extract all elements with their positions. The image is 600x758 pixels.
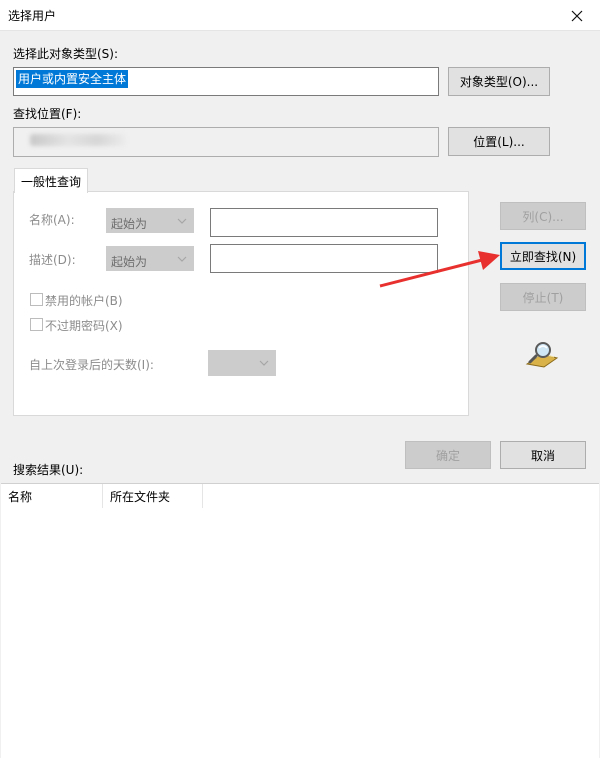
disabled-accounts-checkbox[interactable]	[30, 293, 43, 306]
name-input[interactable]	[210, 208, 438, 237]
name-mode-value: 起始为	[111, 217, 148, 231]
disabled-accounts-label: 禁用的帐户(B)	[45, 294, 123, 308]
description-mode-select[interactable]: 起始为	[106, 246, 194, 271]
non-expiring-password-label: 不过期密码(X)	[45, 319, 123, 333]
name-mode-select[interactable]: 起始为	[106, 208, 194, 233]
non-expiring-password-checkbox[interactable]	[30, 318, 43, 331]
search-magnifier-icon	[525, 342, 559, 368]
locations-button[interactable]: 位置(L)...	[448, 127, 550, 156]
description-mode-value: 起始为	[111, 255, 148, 269]
search-results-list[interactable]: 名称 所在文件夹	[1, 483, 599, 758]
tab-common-queries[interactable]: 一般性查询	[14, 168, 88, 193]
column-header-folder[interactable]: 所在文件夹	[103, 484, 203, 508]
location-label: 查找位置(F):	[13, 107, 82, 121]
name-label: 名称(A):	[29, 213, 75, 227]
object-type-label: 选择此对象类型(S):	[13, 47, 119, 61]
description-input[interactable]	[210, 244, 438, 273]
search-results-label: 搜索结果(U):	[13, 463, 84, 477]
description-label: 描述(D):	[29, 253, 76, 267]
columns-button[interactable]: 列(C)...	[500, 202, 586, 230]
chevron-down-icon	[259, 360, 269, 366]
close-button[interactable]	[554, 0, 600, 31]
chevron-down-icon	[177, 256, 187, 262]
close-icon	[571, 10, 583, 21]
chevron-down-icon	[177, 218, 187, 224]
location-field	[13, 127, 439, 157]
stop-button[interactable]: 停止(T)	[500, 283, 586, 311]
object-type-value: 用户或内置安全主体	[16, 70, 129, 88]
days-since-logon-select[interactable]	[208, 350, 276, 376]
window-title: 选择用户	[8, 9, 57, 23]
ok-button[interactable]: 确定	[405, 441, 491, 469]
title-bar: 选择用户	[0, 0, 600, 31]
object-type-field[interactable]: 用户或内置安全主体	[13, 67, 439, 96]
object-types-button[interactable]: 对象类型(O)...	[448, 67, 550, 96]
location-redacted-value	[30, 134, 126, 146]
cancel-button[interactable]: 取消	[500, 441, 586, 469]
column-header-name[interactable]: 名称	[1, 484, 103, 508]
days-since-logon-label: 自上次登录后的天数(I):	[29, 358, 154, 372]
find-now-button[interactable]: 立即查找(N)	[500, 242, 586, 270]
